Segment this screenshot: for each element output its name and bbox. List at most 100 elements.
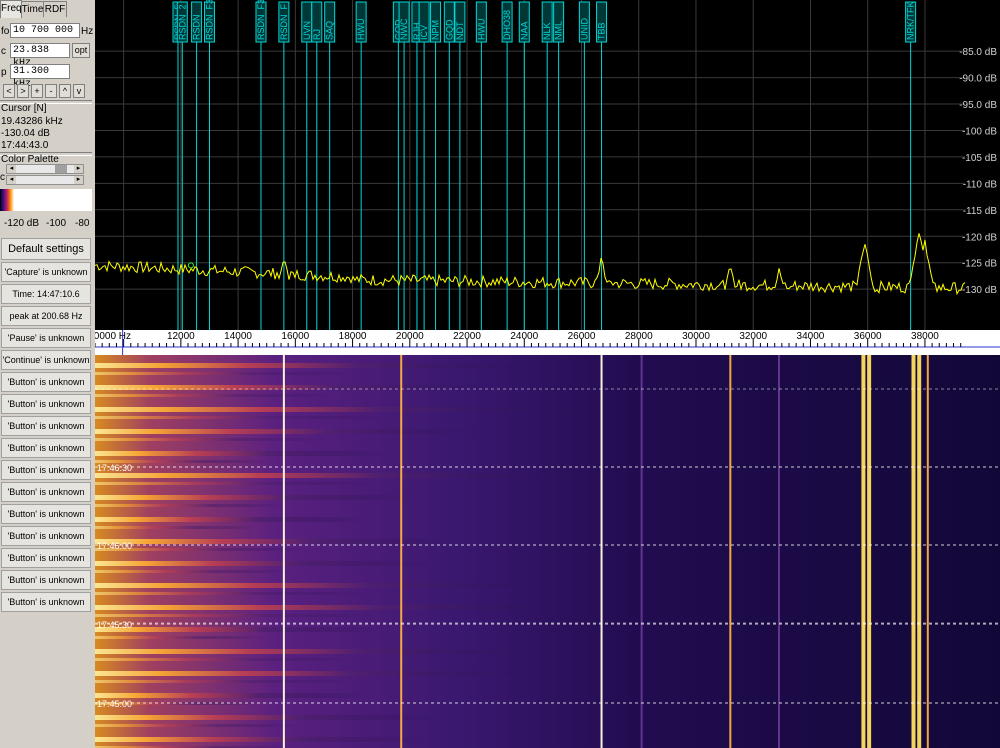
- zoom-in-button[interactable]: +: [31, 84, 43, 98]
- scroll-left-icon[interactable]: ◂: [7, 165, 16, 173]
- opt-button[interactable]: opt: [72, 43, 90, 58]
- side-button-14[interactable]: 'Button' is unknown: [1, 548, 91, 568]
- fo-label: fo: [1, 26, 10, 37]
- spectrum-plot[interactable]: -85.0 dB -90.0 dB -95.0 dB -100 dB -105 dB -1…: [95, 0, 1000, 330]
- marker-label: NML: [554, 21, 564, 40]
- palette-scrollbar-1[interactable]: ◂ ▸: [6, 164, 84, 174]
- palette-side-label: c: [0, 172, 5, 183]
- side-button-4[interactable]: 'Pause' is unknown: [1, 328, 91, 348]
- signal-band: [95, 592, 365, 595]
- nav-right-button[interactable]: >: [17, 84, 29, 98]
- carrier-line: [777, 355, 780, 748]
- marker-label: SAQ: [325, 21, 335, 40]
- marker-label: RSDN_F: [279, 3, 289, 40]
- db-label: -115 dB: [963, 206, 998, 217]
- db-label: -130 dB: [962, 285, 997, 296]
- signal-band: [95, 671, 523, 676]
- carrier-line: [926, 355, 929, 748]
- side-button-7[interactable]: 'Button' is unknown: [1, 394, 91, 414]
- c-input[interactable]: 23.838 kHz: [10, 43, 70, 69]
- db-label: -105 dB: [962, 153, 997, 164]
- cursor-time: 17:44:43.0: [1, 140, 49, 151]
- time-label: 17:45:00: [97, 699, 132, 709]
- signal-band: [95, 372, 357, 375]
- side-button-10[interactable]: 'Button' is unknown: [1, 460, 91, 480]
- tab-freq[interactable]: Freq: [0, 0, 22, 18]
- signal-band: [95, 429, 484, 434]
- side-button-9[interactable]: 'Button' is unknown: [1, 438, 91, 458]
- freq-tick-label: 10000 Hz: [95, 331, 131, 342]
- side-button-13[interactable]: 'Button' is unknown: [1, 526, 91, 546]
- default-settings-button[interactable]: Default settings: [1, 238, 91, 260]
- marker-label: TBB: [597, 22, 607, 40]
- nav-left-button[interactable]: <: [3, 84, 15, 98]
- scroll-thumb[interactable]: [55, 165, 67, 173]
- c-label: c: [1, 46, 6, 57]
- signal-band: [95, 724, 299, 727]
- freq-tick-label: 20000: [396, 331, 424, 342]
- scroll-right-icon[interactable]: ▸: [74, 165, 83, 173]
- signal-band: [95, 636, 266, 639]
- scroll-left-icon[interactable]: ◂: [7, 176, 16, 184]
- freq-tick-label: 28000: [625, 331, 653, 342]
- marker-label: HWU: [356, 19, 366, 41]
- palette-scrollbar-2[interactable]: ◂ ▸: [6, 175, 84, 185]
- marker-label: RSDN: [192, 14, 202, 40]
- side-button-6[interactable]: 'Button' is unknown: [1, 372, 91, 392]
- signal-band: [95, 416, 379, 419]
- fo-input[interactable]: 10 700 000: [10, 23, 80, 38]
- db-label: -120 dB: [962, 232, 997, 243]
- up-button[interactable]: ^: [59, 84, 71, 98]
- marker-label: RSDN_F3: [256, 0, 266, 40]
- freq-tick-label: 16000: [281, 331, 309, 342]
- signal-band: [95, 363, 531, 368]
- signal-band: [95, 605, 565, 610]
- carrier-line: [600, 355, 603, 748]
- scroll-right-icon[interactable]: ▸: [74, 176, 83, 184]
- signal-band: [95, 680, 352, 683]
- cursor-title: Cursor [N]: [1, 103, 47, 114]
- frequency-axis: 10000 Hz 12000 14000 16000 18000 20000 22000 24…: [95, 330, 1000, 355]
- side-button-3[interactable]: peak at 200.68 Hz: [1, 306, 91, 326]
- freq-tick-label: 18000: [339, 331, 367, 342]
- marker-label: HWU: [476, 19, 486, 41]
- carrier-line: [917, 355, 922, 748]
- side-button-15[interactable]: 'Button' is unknown: [1, 570, 91, 590]
- time-label: 17:46:00: [97, 541, 132, 551]
- side-button-8[interactable]: 'Button' is unknown: [1, 416, 91, 436]
- side-button-16[interactable]: 'Button' is unknown: [1, 592, 91, 612]
- side-button-1[interactable]: 'Capture' is unknown: [1, 262, 91, 282]
- tab-rdf[interactable]: RDF: [43, 1, 67, 17]
- marker-label: NPM: [431, 20, 441, 40]
- signal-band: [95, 517, 368, 522]
- cursor-level: -130.04 dB: [1, 128, 50, 139]
- freq-tick-label: 24000: [510, 331, 538, 342]
- signal-band: [95, 614, 377, 617]
- time-label: 17:45:30: [97, 620, 132, 630]
- carrier-line: [867, 355, 872, 748]
- control-panel: Freq Time RDF fo 10 700 000 Hz c 23.838 …: [0, 0, 95, 748]
- waterfall-display[interactable]: 17:46:30 17:46:00 17:45:30 17:45:00: [95, 355, 1000, 748]
- freq-tick-label: 26000: [568, 331, 596, 342]
- side-button-5[interactable]: 'Continue' is unknown: [1, 350, 91, 370]
- down-button[interactable]: v: [73, 84, 85, 98]
- side-button-12[interactable]: 'Button' is unknown: [1, 504, 91, 524]
- marker-label: UVN: [302, 21, 312, 40]
- palette-preview: [0, 189, 92, 211]
- freq-tick-label: 12000: [167, 331, 195, 342]
- p-label: p: [1, 67, 7, 78]
- side-button-2[interactable]: Time: 14:47:10.6: [1, 284, 91, 304]
- freq-tick-label: 22000: [453, 331, 481, 342]
- marker-label: UNID: [579, 18, 589, 40]
- signal-band: [95, 495, 416, 500]
- time-label: 17:46:30: [97, 463, 132, 473]
- zoom-out-button[interactable]: -: [45, 84, 57, 98]
- p-input[interactable]: 31.300 kHz: [10, 64, 70, 90]
- marker-label: RSDN_F3: [204, 0, 214, 40]
- tab-time[interactable]: Time: [20, 1, 45, 17]
- mode-tabs: Freq Time RDF: [0, 0, 95, 18]
- signal-band: [95, 394, 334, 397]
- display-area: -85.0 dB -90.0 dB -95.0 dB -100 dB -105 dB -1…: [95, 0, 1000, 748]
- side-button-11[interactable]: 'Button' is unknown: [1, 482, 91, 502]
- signal-band: [95, 737, 427, 742]
